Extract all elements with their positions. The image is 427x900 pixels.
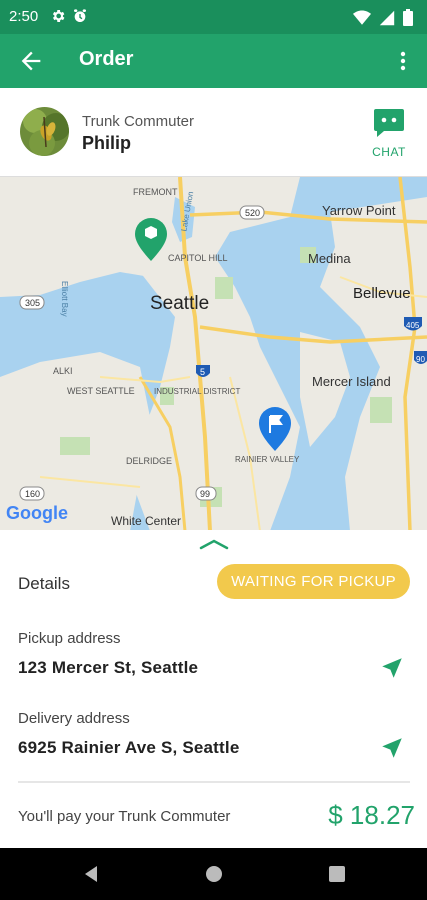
shield-305-label: 305	[25, 298, 40, 308]
shield-99: 99	[195, 486, 217, 501]
map-label-alki: ALKI	[53, 366, 73, 376]
shield-305: 305	[19, 295, 45, 310]
signal-icon	[379, 10, 395, 25]
chat-button[interactable]: CHAT	[369, 108, 409, 159]
square-recents-icon	[329, 866, 345, 882]
delivery-address-label: Delivery address	[18, 710, 130, 727]
map-label-white-center: White Center	[111, 514, 181, 528]
chat-bubble-icon	[374, 109, 404, 137]
order-details-sheet: Details WAITING FOR PICKUP Pickup addres…	[0, 530, 427, 848]
battery-icon	[403, 9, 413, 26]
commuter-profile: Trunk Commuter Philip CHAT	[0, 88, 427, 176]
page-title: Order	[79, 48, 134, 70]
map-label-capitol-hill: CAPITOL HILL	[168, 253, 228, 263]
map-label-industrial: INDUSTRIAL DISTRICT	[154, 387, 240, 396]
shield-520: 520	[239, 205, 265, 220]
map-label-elliott-bay: Elliott Bay	[60, 281, 69, 317]
status-bar: 2:50	[0, 0, 427, 34]
route-map[interactable]: FREMONT Lake Union CAPITOL HILL Seattle …	[0, 176, 427, 530]
divider	[18, 781, 410, 783]
status-badge: WAITING FOR PICKUP	[217, 564, 410, 599]
shield-160: 160	[19, 486, 45, 501]
map-park	[215, 277, 233, 299]
map-label-medina: Medina	[308, 251, 351, 266]
commuter-role: Trunk Commuter	[82, 113, 194, 130]
details-heading: Details	[18, 574, 70, 593]
shield-90-label: 90	[416, 355, 425, 364]
alarm-icon	[74, 9, 86, 22]
nav-recents-button[interactable]	[326, 863, 348, 885]
shield-90: 90	[414, 351, 427, 364]
avatar[interactable]	[20, 107, 69, 156]
chat-label: CHAT	[372, 145, 406, 159]
nav-back-button[interactable]	[80, 863, 102, 885]
more-options-button[interactable]	[393, 49, 413, 73]
shield-99-label: 99	[200, 489, 210, 499]
shield-i5-label: 5	[200, 367, 205, 377]
map-label-fremont: FREMONT	[133, 187, 178, 197]
map-label-seattle: Seattle	[150, 293, 209, 314]
map-label-mercer-island: Mercer Island	[312, 374, 391, 389]
navigation-arrow-icon	[382, 658, 402, 678]
google-logo: Google	[6, 503, 68, 523]
status-time: 2:50	[9, 8, 39, 25]
app-bar: Order	[0, 34, 427, 88]
shield-405: 405	[404, 317, 422, 331]
map-canvas: FREMONT Lake Union CAPITOL HILL Seattle …	[0, 177, 427, 530]
pay-label: You'll pay your Trunk Commuter	[18, 808, 231, 825]
expand-handle[interactable]	[198, 536, 230, 552]
map-mercer-island	[300, 332, 350, 447]
triangle-back-icon	[85, 866, 97, 882]
nav-home-button[interactable]	[203, 863, 225, 885]
map-label-west-seattle: WEST SEATTLE	[67, 386, 135, 396]
map-label-yarrow-point: Yarrow Point	[322, 203, 396, 218]
pickup-address-value: 123 Mercer St, Seattle	[18, 658, 199, 677]
commuter-name: Philip	[82, 133, 131, 153]
delivery-navigate-button[interactable]	[379, 735, 405, 761]
pickup-navigate-button[interactable]	[379, 655, 405, 681]
status-left-icons	[50, 8, 88, 24]
system-nav-bar	[0, 848, 427, 900]
wifi-icon	[353, 10, 371, 25]
map-park	[60, 437, 90, 455]
map-label-delridge: DELRIDGE	[126, 456, 172, 466]
shield-405-label: 405	[406, 321, 420, 330]
navigation-arrow-icon	[382, 738, 402, 758]
delivery-address-value: 6925 Rainier Ave S, Seattle	[18, 738, 240, 757]
back-button[interactable]	[16, 47, 46, 75]
arrow-back-icon	[21, 51, 41, 71]
more-vert-icon	[400, 51, 406, 71]
circle-home-icon	[206, 866, 222, 882]
pickup-address-label: Pickup address	[18, 630, 121, 647]
map-label-bellevue: Bellevue	[353, 285, 411, 302]
map-park	[370, 397, 392, 423]
settings-gear-icon	[52, 10, 65, 22]
map-label-rainier-valley: RAINIER VALLEY	[235, 455, 300, 464]
status-right-icons	[353, 9, 413, 26]
shield-520-label: 520	[245, 208, 260, 218]
chevron-up-icon	[199, 539, 229, 550]
pay-amount: $ 18.27	[328, 800, 415, 830]
avatar-image	[20, 107, 69, 156]
shield-160-label: 160	[25, 489, 40, 499]
